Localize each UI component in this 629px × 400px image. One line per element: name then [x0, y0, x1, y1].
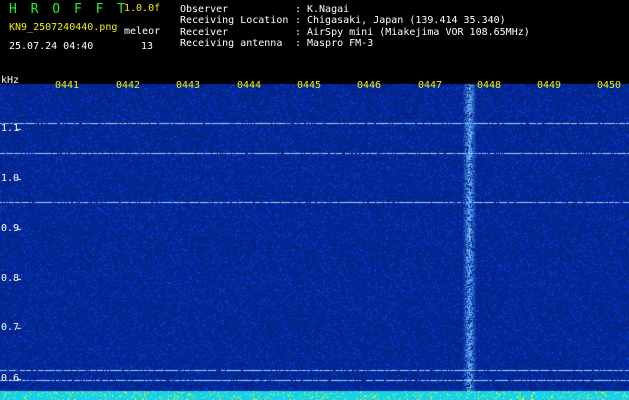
- count-label: 13: [141, 41, 154, 52]
- info-key: Receiver: [180, 27, 229, 38]
- mode-label: meleor: [124, 26, 161, 37]
- freq-unit-label: kHz: [1, 75, 20, 86]
- freq-tick-label: 1.1: [1, 123, 20, 134]
- info-value: Maspro FM-3: [307, 38, 374, 49]
- timestamp-label: 25.07.24 04:40: [9, 41, 94, 52]
- time-tick-label: 0444: [237, 80, 262, 91]
- info-key: Receiving Location: [180, 15, 289, 26]
- info-value: Chigasaki, Japan (139.414 35.340): [307, 15, 506, 26]
- info-separator: :: [295, 27, 302, 38]
- time-tick-label: 0446: [357, 80, 382, 91]
- time-tick-label: 0443: [176, 80, 201, 91]
- freq-tick-label: 1.0: [1, 173, 20, 184]
- time-tick-label: 0448: [477, 80, 502, 91]
- time-tick-label: 0449: [537, 80, 562, 91]
- app-title: H R O F F T: [9, 2, 129, 17]
- freq-tick-label: 0.6: [1, 373, 20, 384]
- spectrogram-canvas[interactable]: [0, 76, 629, 400]
- time-tick-label: 0442: [116, 80, 141, 91]
- info-value: AirSpy mini (Miakejima VOR 108.65MHz): [307, 27, 530, 38]
- info-separator: :: [295, 15, 302, 26]
- info-key: Receiving antenna: [180, 38, 283, 49]
- freq-tick-label: 0.9: [1, 223, 20, 234]
- time-tick-label: 0450: [597, 80, 622, 91]
- time-tick-label: 0447: [418, 80, 443, 91]
- info-value: K.Nagai: [307, 4, 350, 15]
- info-key: Observer: [180, 4, 229, 15]
- info-separator: :: [295, 4, 302, 15]
- version-label: 1.0.0f: [124, 3, 161, 14]
- info-separator: :: [295, 38, 302, 49]
- time-tick-label: 0441: [55, 80, 80, 91]
- filename-label: KN9_2507240440.png: [9, 22, 118, 33]
- time-tick-label: 0445: [297, 80, 322, 91]
- freq-tick-label: 0.8: [1, 273, 20, 284]
- freq-tick-label: 0.7: [1, 322, 20, 333]
- header-panel: H R O F F T 1.0.0f KN9_2507240440.png me…: [0, 0, 629, 76]
